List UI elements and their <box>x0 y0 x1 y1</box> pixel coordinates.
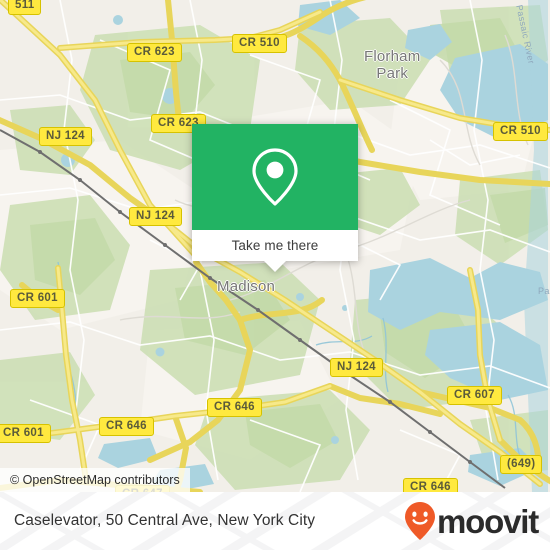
footer-bar: Caselevator, 50 Central Ave, New York Ci… <box>0 492 550 550</box>
map-screenshot: Florham Park Madison Passaic River Pa 51… <box>0 0 550 550</box>
location-title: Caselevator, 50 Central Ave, New York Ci… <box>14 512 316 529</box>
take-me-there-label: Take me there <box>231 238 319 253</box>
popup-action-bar[interactable]: Take me there <box>192 230 358 261</box>
map-popup[interactable]: Take me there <box>192 124 358 272</box>
popup-header <box>192 124 358 230</box>
popup-tail <box>264 261 286 272</box>
map-pin-icon <box>252 148 298 206</box>
attribution-text: © OpenStreetMap contributors <box>10 473 180 487</box>
moovit-smiley-pin-icon <box>405 502 436 540</box>
moovit-logo[interactable]: moovit <box>404 501 539 541</box>
attribution: © OpenStreetMap contributors <box>0 468 190 492</box>
moovit-wordmark: moovit <box>437 502 539 540</box>
